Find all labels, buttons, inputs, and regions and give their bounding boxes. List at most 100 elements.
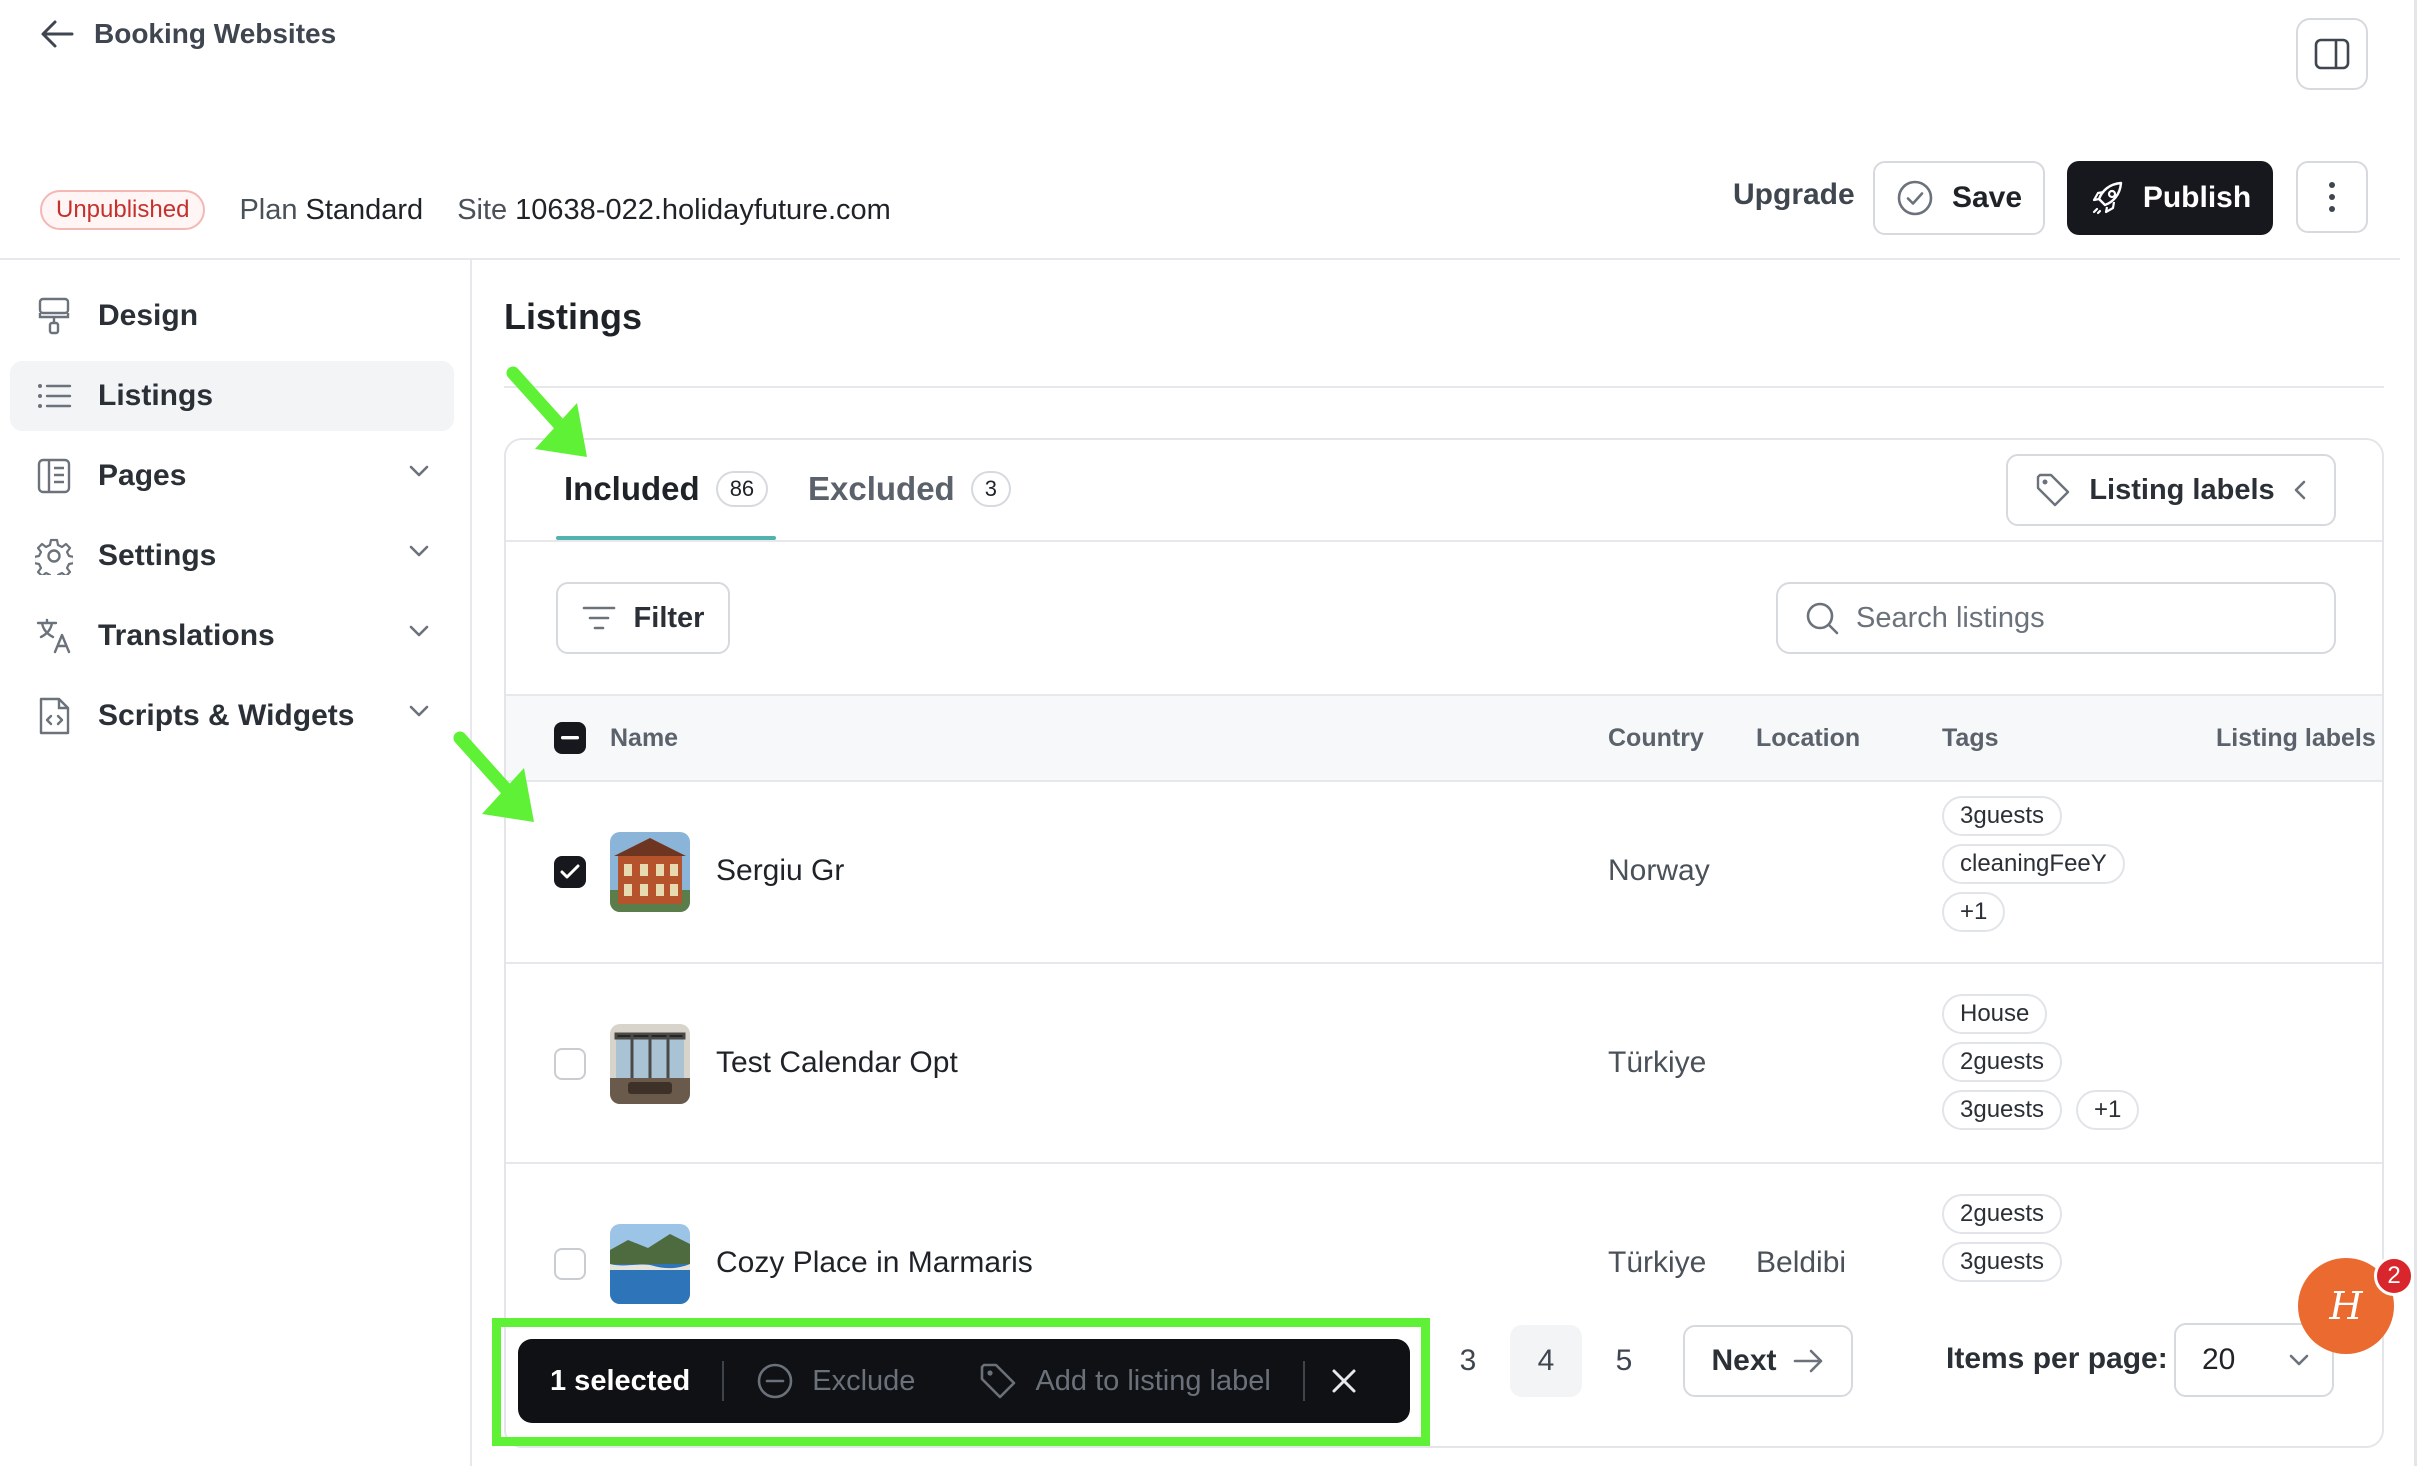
- table-row[interactable]: Test Calendar Opt Türkiye House 2guests …: [506, 964, 2382, 1164]
- listing-labels-label: Listing labels: [2089, 473, 2275, 506]
- listing-name[interactable]: Test Calendar Opt: [716, 1046, 958, 1080]
- sidebar-item-listings[interactable]: Listings: [10, 361, 454, 431]
- panel-toggle-button[interactable]: [2296, 18, 2368, 90]
- selected-count: 1 selected: [550, 1364, 691, 1397]
- listing-thumbnail: [610, 832, 690, 912]
- tag-chip: 3guests: [1942, 1242, 2063, 1282]
- upgrade-link[interactable]: Upgrade: [1733, 178, 1855, 212]
- annotation-arrow-icon: [506, 366, 587, 457]
- save-label: Save: [1951, 181, 2023, 214]
- listing-thumbnail: [610, 1224, 690, 1304]
- plan-value: Standard: [305, 193, 424, 226]
- listing-country: Norway: [1608, 854, 1710, 887]
- listing-location: Beldibi: [1756, 1246, 1847, 1279]
- listing-country: Türkiye: [1608, 1246, 1707, 1279]
- tag-chip: 2guests: [1942, 1042, 2063, 1082]
- title-divider: [504, 386, 2384, 388]
- sidebar-item-label: Translations: [98, 619, 275, 652]
- listing-thumbnail: [610, 1024, 690, 1104]
- tag-chip: 2guests: [1942, 1194, 2063, 1234]
- gear-icon: [34, 536, 74, 576]
- paint-roller-icon: [34, 296, 74, 336]
- clear-selection-button[interactable]: [1305, 1368, 1383, 1394]
- sidebar-item-label: Pages: [98, 459, 187, 492]
- search-field[interactable]: [1776, 582, 2336, 654]
- tab-count: 86: [715, 471, 769, 507]
- chevron-down-icon: [408, 464, 430, 478]
- tag-more-chip[interactable]: +1: [1942, 892, 2006, 932]
- pages-icon: [34, 456, 74, 496]
- minus-icon: [561, 736, 579, 740]
- add-to-label-button[interactable]: Add to listing label: [947, 1362, 1302, 1400]
- page-button-current[interactable]: 4: [1510, 1325, 1582, 1397]
- row-checkbox[interactable]: [554, 1048, 586, 1080]
- plan-label: Plan: [239, 193, 298, 226]
- sidebar-item-label: Design: [98, 299, 199, 332]
- tabs-divider: [506, 540, 2382, 542]
- site-url[interactable]: 10638-022.holidayfuture.com: [515, 194, 891, 227]
- publish-label: Publish: [2142, 181, 2252, 214]
- column-header-country[interactable]: Country: [1608, 724, 1704, 753]
- page-button[interactable]: 3: [1432, 1325, 1504, 1397]
- tab-included[interactable]: Included 86: [564, 470, 769, 508]
- table-row[interactable]: Sergiu Gr Norway 3guests cleaningFeeY +1: [506, 782, 2382, 964]
- tag-chip: cleaningFeeY: [1942, 844, 2125, 884]
- items-per-page-label: Items per page:: [1946, 1342, 2168, 1375]
- site-meta: Unpublished Plan Standard Site 10638-022…: [40, 190, 925, 230]
- tag-icon: [979, 1362, 1017, 1400]
- arrow-left-icon: [40, 19, 74, 49]
- site-label: Site: [457, 193, 508, 226]
- sidebar-item-design[interactable]: Design: [10, 281, 454, 351]
- listing-name[interactable]: Cozy Place in Marmaris: [716, 1246, 1033, 1280]
- items-per-page-value: 20: [2202, 1343, 2236, 1376]
- window-edge: [2414, 0, 2417, 1466]
- save-button[interactable]: Save: [1873, 161, 2045, 235]
- check-circle-icon: [1896, 179, 1934, 217]
- column-header-tags[interactable]: Tags: [1942, 724, 1999, 753]
- list-icon: [34, 376, 74, 416]
- listing-name[interactable]: Sergiu Gr: [716, 854, 844, 888]
- back-link[interactable]: Booking Websites: [40, 18, 336, 50]
- sidebar-item-translations[interactable]: Translations: [10, 601, 454, 671]
- select-all-checkbox[interactable]: [554, 722, 586, 754]
- next-label: Next: [1711, 1344, 1777, 1377]
- sidebar-item-label: Settings: [98, 539, 217, 572]
- chevron-down-icon: [408, 704, 430, 718]
- sidebar-panel-icon: [2314, 38, 2350, 70]
- sidebar-item-scripts-widgets[interactable]: Scripts & Widgets: [10, 681, 454, 751]
- column-header-name[interactable]: Name: [610, 724, 678, 753]
- row-checkbox[interactable]: [554, 856, 586, 888]
- header-divider: [0, 258, 2400, 260]
- table-header: Name Country Location Tags Listing label…: [506, 694, 2382, 782]
- next-page-button[interactable]: Next: [1683, 1325, 1853, 1397]
- add-to-label-label: Add to listing label: [1035, 1364, 1271, 1397]
- exclude-button[interactable]: Exclude: [724, 1362, 947, 1400]
- sidebar-item-pages[interactable]: Pages: [10, 441, 454, 511]
- column-header-listing-labels[interactable]: Listing labels: [2216, 724, 2376, 753]
- filter-button[interactable]: Filter: [556, 582, 730, 654]
- row-checkbox[interactable]: [554, 1248, 586, 1280]
- chevron-left-icon: [2293, 479, 2307, 501]
- arrow-right-icon: [1793, 1348, 1825, 1374]
- rocket-icon: [2089, 179, 2127, 217]
- sidebar-item-settings[interactable]: Settings: [10, 521, 454, 591]
- tab-count: 3: [970, 471, 1011, 507]
- column-header-location[interactable]: Location: [1756, 724, 1860, 753]
- tag-more-chip[interactable]: +1: [2076, 1090, 2140, 1130]
- page-button[interactable]: 5: [1588, 1325, 1660, 1397]
- tab-excluded[interactable]: Excluded 3: [808, 470, 1011, 508]
- checkmark-icon: [560, 864, 580, 880]
- search-input[interactable]: [1856, 601, 2296, 635]
- chevron-down-icon: [408, 624, 430, 638]
- listing-labels-button[interactable]: Listing labels: [2006, 454, 2336, 526]
- chevron-down-icon: [408, 544, 430, 558]
- bulk-action-bar: 1 selected Exclude Add to listing label: [518, 1339, 1410, 1423]
- page-title: Listings: [504, 296, 643, 337]
- translate-icon: [34, 616, 74, 656]
- tab-label: Included: [564, 470, 700, 507]
- more-options-button[interactable]: [2296, 161, 2368, 233]
- publish-button[interactable]: Publish: [2067, 161, 2273, 235]
- tag-chip: 3guests: [1942, 796, 2063, 836]
- listing-country: Türkiye: [1608, 1046, 1707, 1079]
- close-icon: [1331, 1368, 1357, 1394]
